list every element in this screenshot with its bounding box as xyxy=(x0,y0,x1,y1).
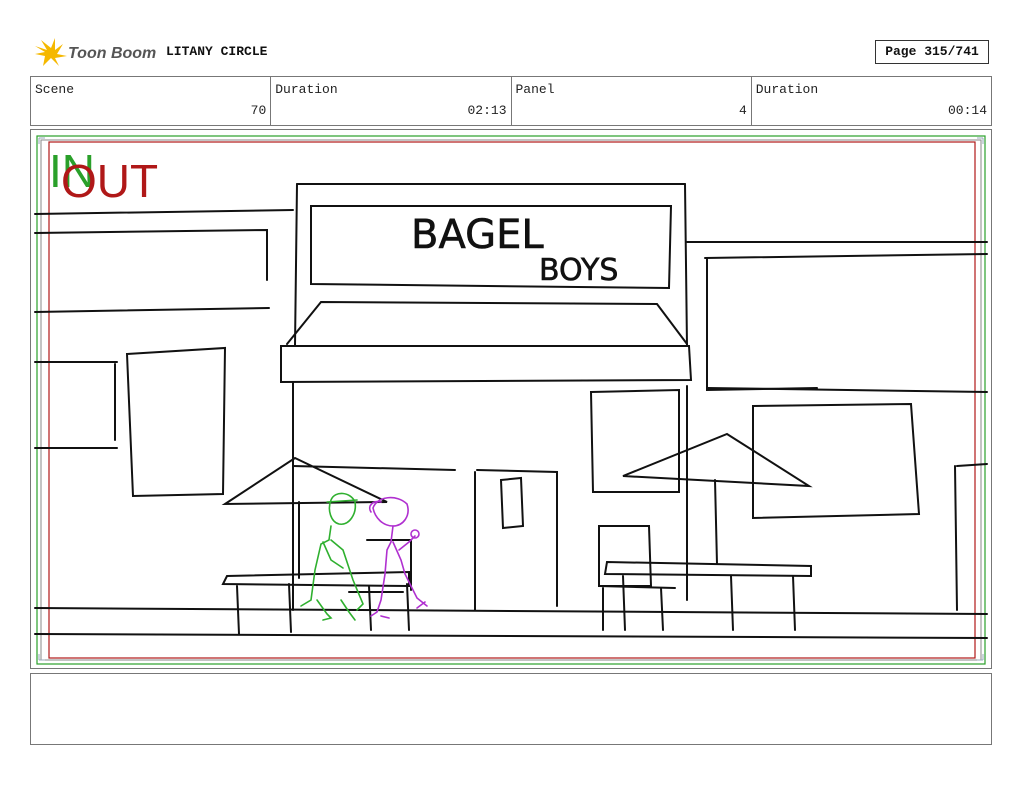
panel-notes-box[interactable] xyxy=(30,673,992,745)
panel-sketch: BAGEL BOYS xyxy=(34,135,988,665)
project-title: LITANY CIRCLE xyxy=(166,44,268,59)
scene-duration-cell: Duration 02:13 xyxy=(271,77,512,125)
out-frame-label: OUT xyxy=(61,155,159,207)
green-character xyxy=(300,492,364,621)
starburst-icon xyxy=(35,38,67,66)
scene-duration-value: 02:13 xyxy=(467,103,507,118)
sign-line-2: BOYS xyxy=(539,253,618,288)
scene-cell: Scene 70 xyxy=(31,77,272,125)
purple-character xyxy=(368,496,428,619)
toon-boom-logo: Toon Boom xyxy=(35,38,156,66)
page-indicator: Page 315/741 xyxy=(875,40,989,64)
panel-duration-value: 00:14 xyxy=(947,103,987,118)
panel-label: Panel xyxy=(515,82,555,97)
store-sign: BAGEL BOYS xyxy=(411,212,619,289)
panel-info-bar: Scene 70 Duration 02:13 Panel 4 Duration… xyxy=(30,76,992,126)
scene-label: Scene xyxy=(35,82,75,97)
panel-value: 4 xyxy=(738,103,747,118)
scene-duration-label: Duration xyxy=(275,82,338,97)
scene-value: 70 xyxy=(250,103,267,118)
sign-line-1: BAGEL xyxy=(411,212,544,258)
panel-duration-label: Duration xyxy=(755,82,819,97)
panel-duration-cell: Duration 00:14 xyxy=(752,77,991,125)
panel-cell: Panel 4 xyxy=(512,77,752,125)
storyboard-panel: BAGEL BOYS IN OUT xyxy=(30,129,992,669)
logo-text: Toon Boom xyxy=(68,45,156,62)
